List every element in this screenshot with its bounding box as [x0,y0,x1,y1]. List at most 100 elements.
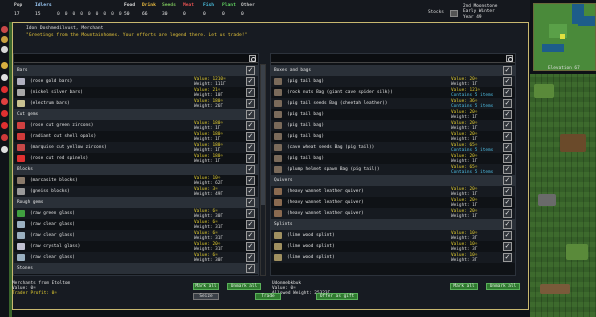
mark-all-left-button[interactable]: Mark all [193,283,219,290]
select-checkbox[interactable] [246,208,255,218]
select-checkbox[interactable] [503,208,512,218]
item-icon [274,232,282,239]
toolbar-icon[interactable] [1,134,8,141]
minimap[interactable] [533,3,596,71]
select-checkbox[interactable] [503,252,512,262]
item-name: (plump helmet spawn Bag (pig tail)) [287,167,380,172]
stocks-button[interactable]: Stocks [428,10,444,15]
toolbar-icon[interactable] [1,46,8,53]
seize-button[interactable]: Seize [193,293,219,300]
select-checkbox[interactable] [503,109,512,119]
unmark-all-left-button[interactable]: Unmark all [227,283,261,290]
goods-row[interactable]: (pig tail seeds Bag (cheetah leather)) Va… [271,98,515,109]
item-icon [274,166,282,173]
toolbar-icon[interactable] [1,26,8,33]
goods-row[interactable]: (marcasite blocks) Value: 10☼ Weight: 62Γ [14,175,258,186]
select-checkbox[interactable] [246,87,255,97]
toolbar-icon[interactable] [1,86,8,93]
toolbar-icon[interactable] [1,146,8,153]
select-checkbox[interactable] [503,164,512,174]
goods-row[interactable]: (electrum bars) Value: 180☼ Weight: 26Γ [14,98,258,109]
offer-gift-button[interactable]: Offer as gift [316,293,358,300]
goods-row[interactable]: (heavy wannet leather quiver) Value: 20☼ W… [271,208,515,219]
select-checkbox[interactable] [246,241,255,251]
goods-row[interactable]: (heavy wannet leather quiver) Value: 20☼ W… [271,197,515,208]
select-checkbox[interactable] [503,120,512,130]
select-checkbox[interactable] [246,186,255,196]
goods-row[interactable]: (heavy wannet leather quiver) Value: 20☼ W… [271,186,515,197]
goods-row[interactable]: (marquise cut yellow zircons) Value: 180☼… [14,142,258,153]
search-icon[interactable] [506,55,513,62]
goods-row[interactable]: (rose cut red spinels) Value: 180☼ Weight:… [14,153,258,164]
select-checkbox[interactable] [503,241,512,251]
select-checkbox[interactable] [503,197,512,207]
goods-row[interactable]: (raw clear glass) Value: 6☼ Weight: 30Γ [14,252,258,263]
resource-label: Idlers [35,3,52,8]
goods-row[interactable]: (lime wood splint) Value: 10☼ Weight: 3Γ [271,252,515,263]
goods-row[interactable]: (raw clear glass) Value: 6☼ Weight: 31Γ [14,230,258,241]
goods-row[interactable]: (pig tail bag) Value: 20☼ Weight: 1Γ [271,153,515,164]
stocks-icon[interactable] [450,10,458,17]
merchant-scrollbar[interactable] [260,64,266,276]
select-checkbox[interactable] [246,76,255,86]
toolbar-icon[interactable] [1,122,8,129]
goods-row[interactable]: (pig tail bag) Value: 20☼ Weight: 1Γ [271,76,515,87]
select-checkbox[interactable] [246,197,255,207]
select-checkbox[interactable] [503,230,512,240]
toolbar-icon[interactable] [1,36,8,43]
select-checkbox[interactable] [246,120,255,130]
trader-greeting: "Greetings from the Mountainhomes. Your … [26,33,248,38]
select-checkbox[interactable] [503,142,512,152]
trade-button[interactable]: Trade [255,293,281,300]
goods-row[interactable]: (rose cut green zircons) Value: 180☼ Weigh… [14,120,258,131]
unmark-all-right-button[interactable]: Unmark all [486,283,520,290]
item-icon [274,210,282,217]
mark-all-right-button[interactable]: Mark all [450,283,478,290]
goods-row[interactable]: (rose gold bars) Value: 1210☼ Weight: 111Γ [14,76,258,87]
goods-row[interactable]: (pig tail bag) Value: 20☼ Weight: 1Γ [271,131,515,142]
select-checkbox[interactable] [503,98,512,108]
merchant-search-input[interactable] [14,54,258,63]
search-icon[interactable] [249,55,256,62]
select-checkbox[interactable] [503,87,512,97]
select-checkbox[interactable] [503,186,512,196]
goods-row[interactable]: (cave wheat seeds Bag (pig tail)) Value: … [271,142,515,153]
toolbar-icon[interactable] [1,62,8,69]
goods-row[interactable]: (lime wood splint) Value: 10☼ Weight: 3Γ [271,230,515,241]
select-checkbox[interactable] [246,98,255,108]
goods-row[interactable]: (raw green glass) Value: 6☼ Weight: 30Γ [14,208,258,219]
goods-row[interactable]: (raw crystal glass) Value: 20☼ Weight: 31Γ [14,241,258,252]
select-checkbox[interactable] [246,109,255,119]
select-checkbox[interactable] [246,164,255,174]
select-checkbox[interactable] [246,175,255,185]
goods-row[interactable]: (pig tail bag) Value: 20☼ Weight: 1Γ [271,120,515,131]
toolbar-icon[interactable] [1,98,8,105]
select-checkbox[interactable] [503,76,512,86]
goods-row[interactable]: (radiant cut shell opals) Value: 180☼ Weig… [14,131,258,142]
world-view[interactable] [530,74,596,317]
select-checkbox[interactable] [246,65,255,75]
select-checkbox[interactable] [246,153,255,163]
select-checkbox[interactable] [246,263,255,273]
goods-row[interactable]: (nickel silver bars) Value: 21☼ Weight: 10… [14,87,258,98]
select-checkbox[interactable] [503,65,512,75]
toolbar-icon[interactable] [1,110,8,117]
select-checkbox[interactable] [503,131,512,141]
select-checkbox[interactable] [503,175,512,185]
select-checkbox[interactable] [503,153,512,163]
scroll-thumb[interactable] [261,65,265,205]
goods-row[interactable]: (lime wood splint) Value: 10☼ Weight: 3Γ [271,241,515,252]
fortress-search-input[interactable] [271,54,515,63]
toolbar-icon[interactable] [1,74,8,81]
select-checkbox[interactable] [246,131,255,141]
select-checkbox[interactable] [246,230,255,240]
select-checkbox[interactable] [503,219,512,229]
goods-row[interactable]: (gneiss blocks) Value: 3☼ Weight: 49Γ [14,186,258,197]
goods-row[interactable]: (raw clear glass) Value: 6☼ Weight: 31Γ [14,219,258,230]
select-checkbox[interactable] [246,252,255,262]
goods-row[interactable]: (pig tail bag) Value: 20☼ Weight: 1Γ [271,109,515,120]
goods-row[interactable]: (rock nuts Bag (giant cave spider silk))… [271,87,515,98]
select-checkbox[interactable] [246,142,255,152]
goods-row[interactable]: (plump helmet spawn Bag (pig tail)) Value… [271,164,515,175]
select-checkbox[interactable] [246,219,255,229]
